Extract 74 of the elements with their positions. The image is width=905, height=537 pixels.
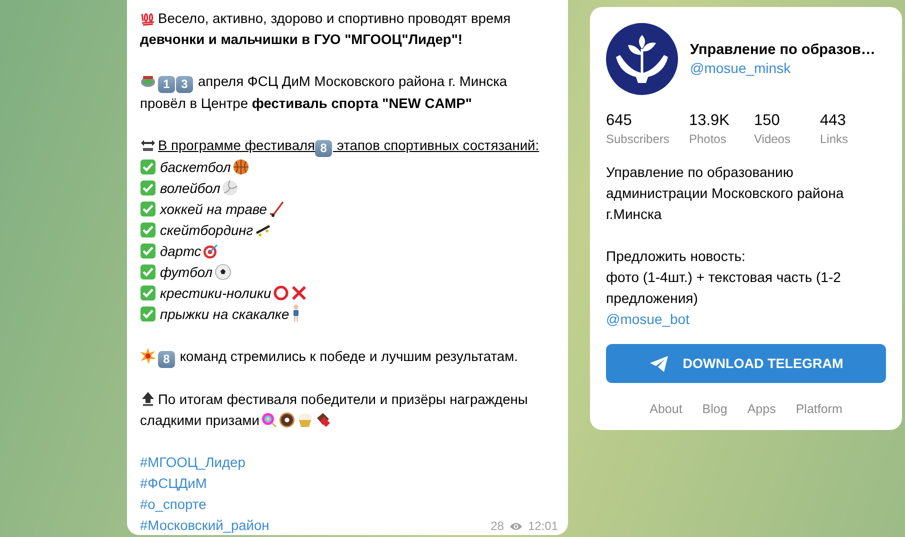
message-time: 12:01 (528, 518, 558, 534)
footer-link[interactable]: Platform (796, 402, 842, 416)
stat-label: Subscribers (606, 131, 670, 148)
hashtag-link[interactable]: #Московский_район (140, 515, 270, 536)
keycap: 1 (158, 76, 175, 93)
keycap: 3 (176, 76, 193, 93)
view-count: 28 (490, 518, 504, 534)
stat-value: 150 (754, 111, 781, 131)
keycap: 8 (158, 351, 175, 368)
channel-logo-icon (606, 23, 678, 95)
check-icon (140, 264, 156, 280)
message-text: Весело, активно, здорово и спортивно проводят время (158, 11, 511, 26)
message-text: этапов спортивных состязаний: (336, 138, 540, 153)
paper-plane-icon (648, 354, 669, 372)
left-right-arrow-icon (140, 137, 156, 153)
footer-link[interactable]: Blog (702, 402, 728, 416)
hockey-stick-icon (268, 201, 285, 217)
hashtag-link[interactable]: #ФСЦДиМ (140, 473, 270, 494)
bot-link[interactable]: @mosue_bot (606, 309, 886, 330)
list-item-text: хоккей на траве (160, 202, 267, 217)
check-icon (140, 201, 156, 217)
download-telegram-button[interactable]: DOWNLOAD TELEGRAM (606, 344, 886, 383)
stadium-icon (140, 73, 156, 89)
lollipop-icon (261, 412, 278, 428)
up-arrow-icon (140, 391, 156, 407)
list-item-text: футбол (160, 265, 213, 280)
list-item-text: волейбол (160, 181, 220, 196)
list-item-text: баскетбол (160, 160, 231, 175)
volleyball-icon (222, 180, 238, 196)
list-item-text: скейтбординг (160, 223, 254, 238)
ring-icon (273, 285, 290, 301)
stat-value: 13.9K (689, 111, 731, 131)
check-icon (140, 306, 156, 322)
chocolate-bar-icon (315, 412, 332, 428)
keycap: 8 (315, 140, 332, 157)
list-item-text: крестики-нолики (160, 286, 272, 301)
hashtag-link[interactable]: #МГООЦ_Лидер (140, 452, 270, 473)
stat-value: 443 (820, 111, 847, 131)
stat-label: Photos (689, 131, 728, 148)
channel-title: Управление по образов… (690, 42, 876, 58)
message-text: команд стремились к победе и лучшим результатам. (178, 349, 518, 364)
suggest-text: фото (1-4шт.) + текстовая часть (1-2 предложения) (606, 268, 842, 308)
check-icon (140, 159, 156, 175)
soccer-ball-icon (214, 264, 231, 280)
dart-target-icon (203, 243, 220, 259)
check-icon (140, 243, 156, 259)
stat-label: Links (820, 131, 850, 148)
message-text: апреля ФСЦ ДиМ Московского района г. Минска (198, 74, 508, 89)
hashtag-link[interactable]: #о_спорте (140, 494, 270, 515)
eye-icon (508, 522, 523, 530)
suggest-heading: Предложить новость: (606, 247, 746, 266)
basketball-icon (232, 159, 249, 175)
message-text: В программе фестиваля (158, 138, 316, 153)
list-item-text: прыжки на скакалке (160, 307, 290, 322)
list-item-text: дартс (160, 244, 202, 259)
message-text: девчонки и мальчишки в ГУО "МГООЦ"Лидер"! (140, 32, 462, 47)
skateboard-icon (255, 222, 272, 238)
cupcake-icon (297, 412, 314, 428)
message-text: провёл в Центре фестиваль спорта "NEW CAMP" (140, 96, 472, 111)
explosion-icon (140, 348, 156, 364)
check-icon (140, 180, 156, 196)
check-icon (140, 285, 156, 301)
standing-figure-icon (291, 304, 302, 322)
message-text: По итогам фестиваля победители и призёры награждены (158, 392, 528, 407)
donut-icon (279, 412, 296, 428)
stat-value: 645 (606, 111, 633, 131)
footer-link[interactable]: About (650, 402, 682, 416)
stat-label: Videos (754, 131, 792, 148)
channel-handle-link[interactable]: @mosue_minsk (690, 60, 876, 76)
channel-description: Управление по образованию администрации Московского района г.Минска (606, 163, 845, 224)
footer-link[interactable]: Apps (747, 402, 776, 416)
message-text: сладкими призами (140, 413, 260, 428)
check-icon (140, 222, 156, 238)
cross-icon (291, 285, 308, 301)
